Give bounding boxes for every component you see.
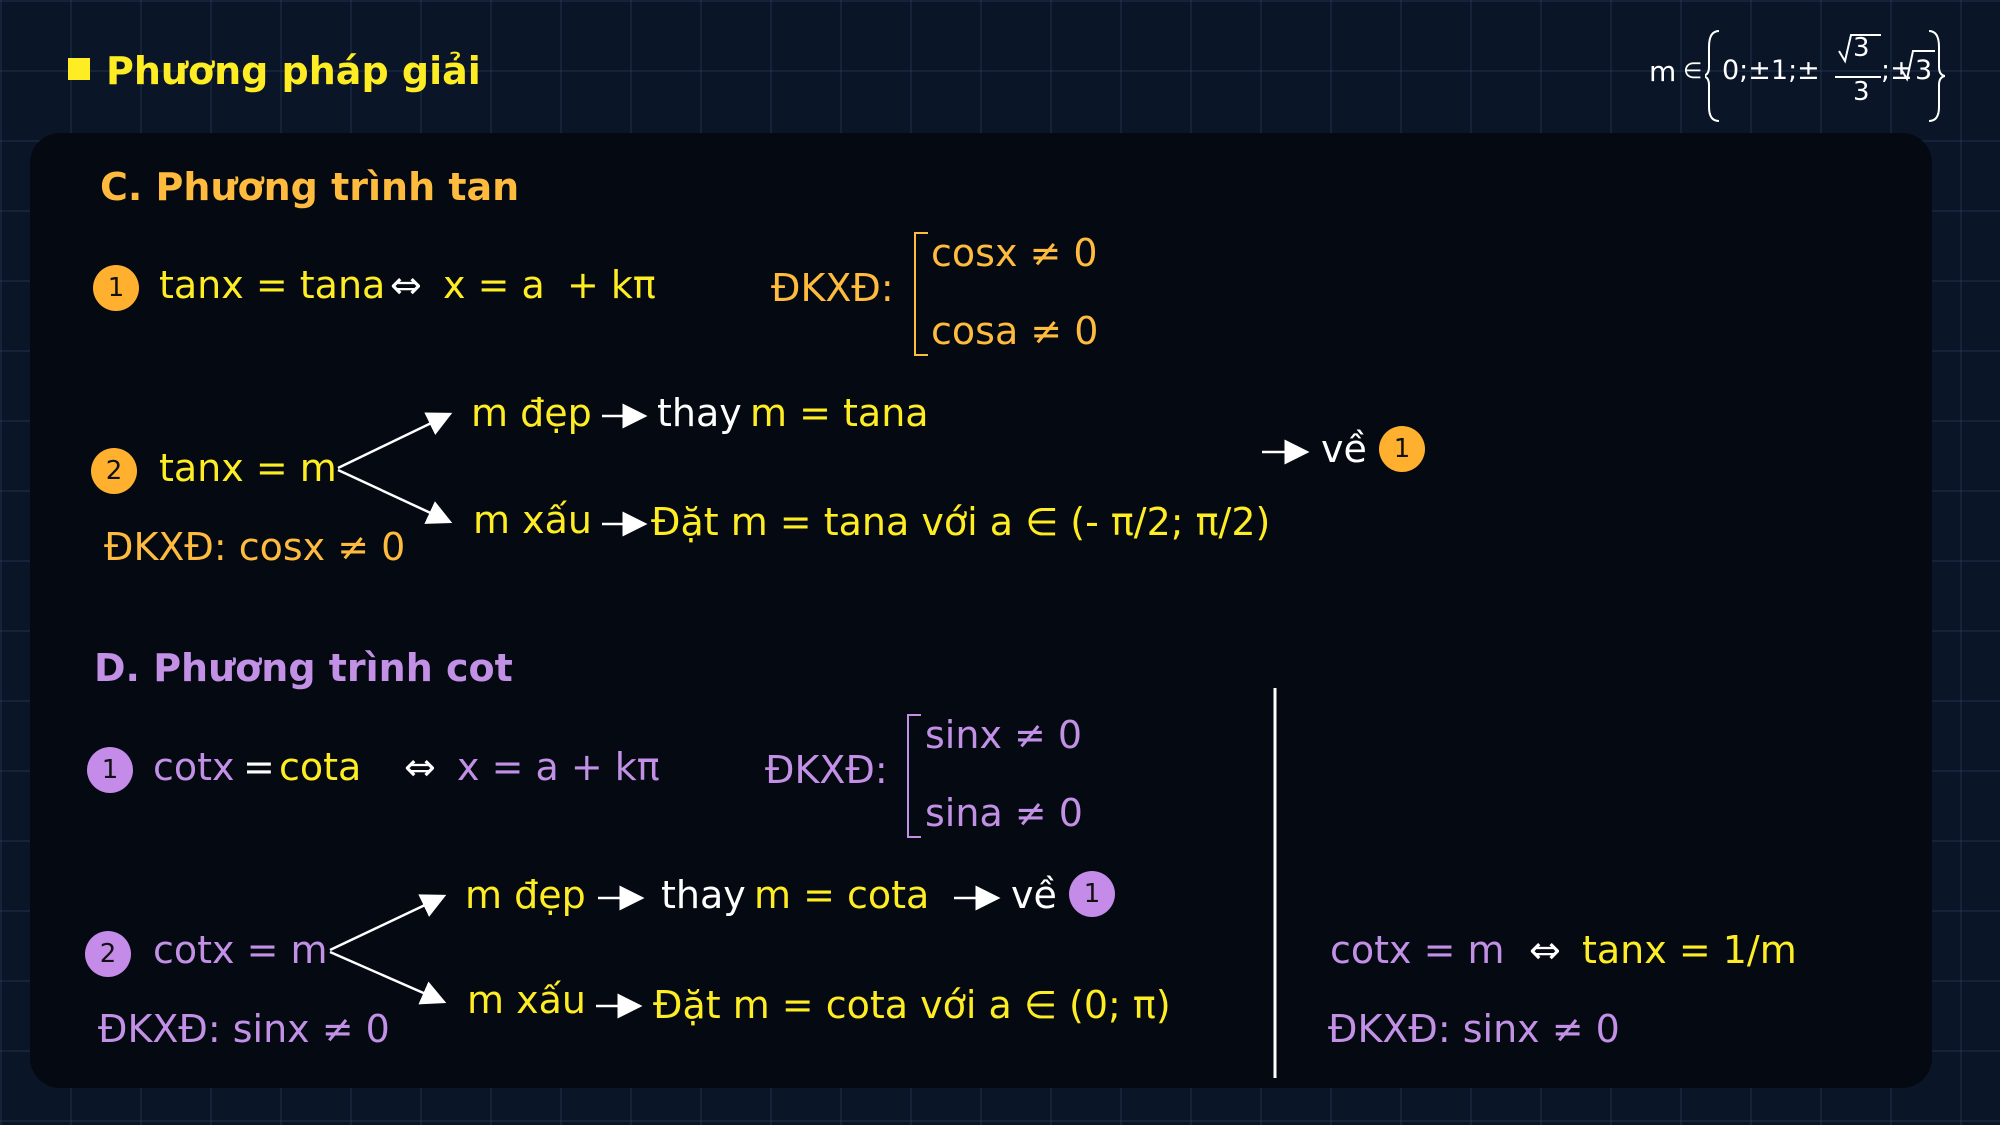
cot-heading: D. Phương trình cot xyxy=(94,646,513,690)
cot-dk-cond1: sinx ≠ 0 xyxy=(925,713,1083,757)
tan-dk-brace xyxy=(914,232,928,356)
tan-heading: C. Phương trình tan xyxy=(100,165,520,209)
cot-side-rhs: tanx = 1/m xyxy=(1582,928,1797,972)
cot-dk-brace xyxy=(907,714,921,838)
cot-ugly-label: m xấu xyxy=(467,978,586,1022)
cot-eq1-fn: cotx xyxy=(153,745,235,789)
tan-eq1-period: + kπ xyxy=(567,263,656,307)
cot-eq1-badge: 1 xyxy=(87,747,133,793)
tan-eq2-badge: 2 xyxy=(91,448,137,494)
cot-eq2-dk: ĐKXĐ: sinx ≠ 0 xyxy=(98,1007,390,1051)
iff-symbol-3: ⇔ xyxy=(1529,928,1561,972)
cot-dk-label: ĐKXĐ: xyxy=(765,748,888,792)
cot-nice-value: m = cota xyxy=(754,873,930,917)
tan-eq1-solution: x = a xyxy=(443,263,545,307)
cot-back-badge: 1 xyxy=(1069,871,1115,917)
tan-eq2-lhs: tanx = m xyxy=(159,446,337,490)
tan-eq2-dk: ĐKXĐ: cosx ≠ 0 xyxy=(104,525,406,569)
iff-symbol: ⇔ xyxy=(390,263,422,307)
tan-back-badge: 1 xyxy=(1379,426,1425,472)
cot-eq2-lhs: cotx = m xyxy=(153,928,328,972)
cot-side-lhs: cotx = m xyxy=(1330,928,1505,972)
cot-eq1-rhs: cota xyxy=(279,745,362,789)
tan-nice-value: m = tana xyxy=(750,391,929,435)
cot-eq1-equals: = xyxy=(243,745,275,789)
iff-symbol-2: ⇔ xyxy=(404,745,436,789)
tan-back-text: về xyxy=(1321,427,1367,471)
cot-ugly-text: Đặt m = cota với a ∈ (0; π) xyxy=(653,983,1171,1027)
tan-ugly-label: m xấu xyxy=(473,498,592,542)
cot-nice-label: m đẹp xyxy=(465,873,586,917)
tan-nice-thay: thay xyxy=(657,391,742,435)
tan-ugly-text: Đặt m = tana với a ∈ (- π/2; π/2) xyxy=(651,500,1271,544)
tan-dk-label: ĐKXĐ: xyxy=(771,266,894,310)
cot-dk-cond2: sina ≠ 0 xyxy=(925,791,1083,835)
cot-nice-thay: thay xyxy=(661,873,746,917)
tan-eq1-lhs: tanx = tana xyxy=(159,263,386,307)
tan-nice-label: m đẹp xyxy=(471,391,592,435)
tan-eq1-badge: 1 xyxy=(93,265,139,311)
tan-dk-cond2: cosa ≠ 0 xyxy=(931,309,1099,353)
cot-eq1-solution: x = a + kπ xyxy=(457,745,660,789)
tan-dk-cond1: cosx ≠ 0 xyxy=(931,231,1098,275)
cot-eq2-badge: 2 xyxy=(85,931,131,977)
cot-side-dk: ĐKXĐ: sinx ≠ 0 xyxy=(1328,1007,1620,1051)
cot-back-text: về xyxy=(1011,873,1057,917)
